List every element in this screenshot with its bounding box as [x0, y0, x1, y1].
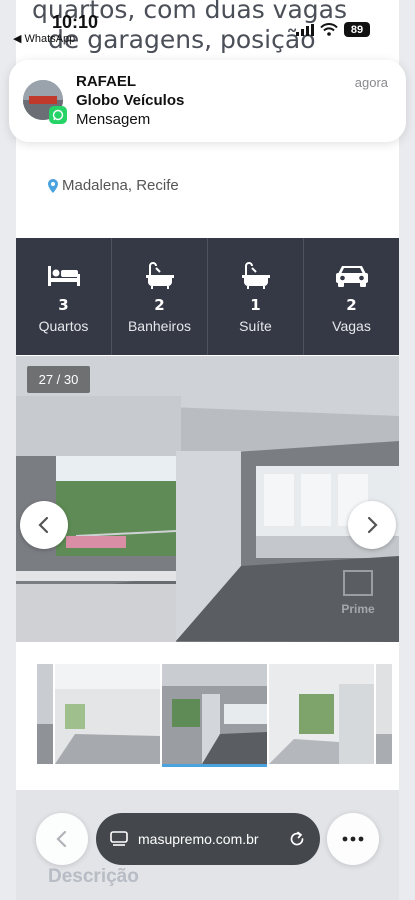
suites-label: Suíte	[239, 318, 272, 334]
address-bar[interactable]: masupremo.com.br	[96, 813, 320, 865]
battery-indicator: 89	[344, 22, 370, 37]
thumbnail-strip	[37, 664, 392, 767]
thumbnail[interactable]	[269, 664, 374, 764]
status-icons: 89	[296, 22, 370, 37]
feature-suites: 1 Suíte	[208, 238, 304, 355]
chevron-left-icon	[38, 516, 49, 534]
status-time: 10:10	[52, 12, 99, 32]
chevron-right-icon	[367, 516, 378, 534]
bathrooms-count: 2	[154, 296, 165, 314]
bed-icon	[47, 266, 80, 286]
feature-bathrooms: 2 Banheiros	[112, 238, 208, 355]
cellular-signal-icon	[296, 23, 314, 36]
gallery-counter: 27 / 30	[27, 366, 90, 393]
thumbnail[interactable]	[376, 664, 392, 764]
thumbnail[interactable]	[37, 664, 53, 764]
notification-message: Mensagem	[76, 111, 151, 128]
tabs-icon	[110, 831, 128, 846]
thumbnail-active[interactable]	[162, 664, 267, 767]
chevron-left-icon	[56, 830, 67, 848]
map-pin-icon	[48, 178, 58, 193]
notification-banner[interactable]: RAFAEL Globo Veículos Mensagem agora	[9, 60, 406, 142]
more-options-button[interactable]	[327, 813, 379, 865]
description-heading: Descrição	[48, 866, 139, 887]
ellipsis-icon	[342, 836, 364, 842]
gallery-prev-button[interactable]	[20, 501, 68, 549]
features-bar: 3 Quartos 2 Banheiros 1 Suíte 2 Vagas	[16, 238, 399, 355]
parking-label: Vagas	[332, 318, 371, 334]
notification-group: Globo Veículos	[76, 92, 185, 109]
bathrooms-label: Banheiros	[127, 318, 192, 334]
watermark: Prime	[333, 570, 383, 626]
suites-count: 1	[250, 296, 261, 314]
bathtub-icon	[241, 262, 270, 289]
thumbnail[interactable]	[55, 664, 160, 764]
feature-bedrooms: 3 Quartos	[16, 238, 112, 355]
location: Madalena, Recife	[48, 177, 179, 194]
browser-back-button[interactable]	[36, 813, 88, 865]
parking-count: 2	[346, 296, 357, 314]
notification-sender: RAFAEL	[76, 73, 136, 90]
car-icon	[335, 266, 368, 287]
reload-icon[interactable]	[288, 830, 306, 848]
bedrooms-count: 3	[58, 296, 69, 314]
whatsapp-icon	[49, 106, 67, 124]
notification-time: agora	[354, 75, 388, 90]
wifi-icon	[320, 23, 338, 36]
bedrooms-label: Quartos	[38, 318, 89, 334]
feature-parking: 2 Vagas	[304, 238, 399, 355]
gallery-next-button[interactable]	[348, 501, 396, 549]
url-text: masupremo.com.br	[138, 831, 259, 847]
watermark-text: Prime	[341, 602, 375, 616]
location-text: Madalena, Recife	[62, 177, 179, 194]
watermark-logo-icon	[343, 570, 373, 596]
bathtub-icon	[145, 262, 174, 289]
back-to-app-link[interactable]: ◀ WhatsApp	[13, 32, 75, 45]
